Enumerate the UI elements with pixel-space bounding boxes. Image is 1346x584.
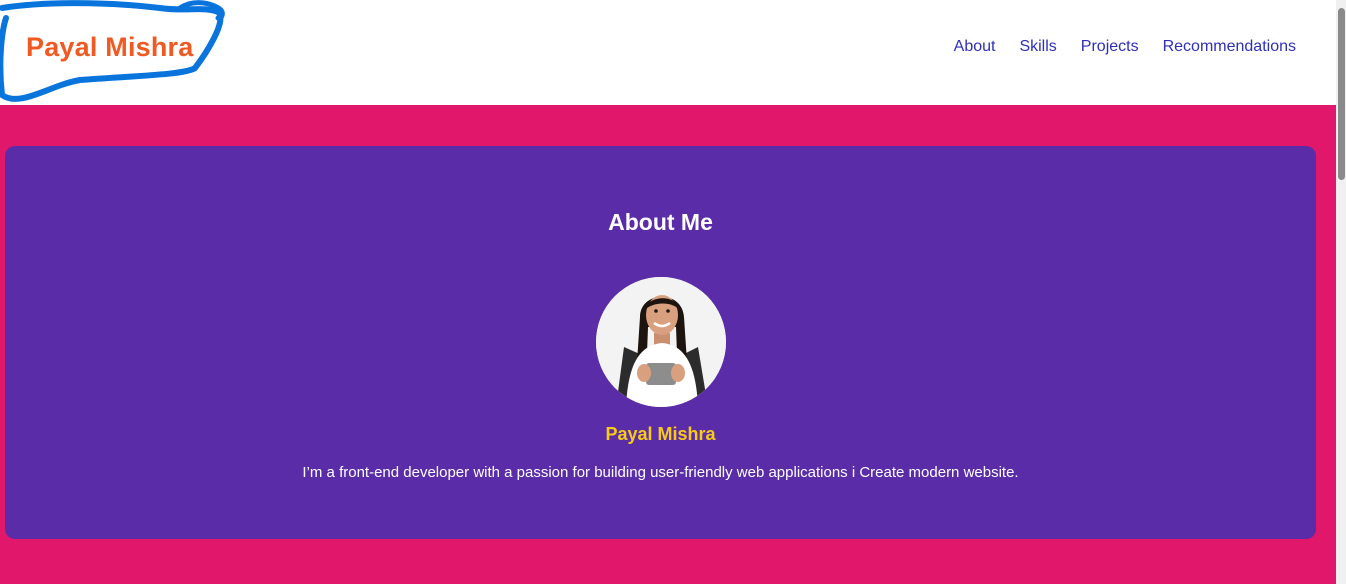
nav-projects[interactable]: Projects [1081,38,1139,56]
profile-photo [596,277,726,407]
logo[interactable]: Payal Mishra [0,0,240,105]
nav-skills[interactable]: Skills [1019,38,1056,56]
about-title: About Me [608,209,713,235]
vertical-scrollbar[interactable] [1336,0,1346,584]
nav-recommendations[interactable]: Recommendations [1163,38,1296,56]
logo-text[interactable]: Payal Mishra [26,32,194,63]
scrollbar-thumb[interactable] [1338,8,1345,180]
avatar [596,277,726,407]
profile-name: Payal Mishra [605,424,716,444]
nav-about[interactable]: About [954,38,996,56]
about-card: About Me Payal Mishra I’m a front-end de… [5,146,1316,539]
main-nav: About Skills Projects Recommendations [954,38,1296,56]
site-header: Payal Mishra About Skills Projects Recom… [0,0,1336,105]
bio-text: I’m a front-end developer with a passion… [302,464,1019,481]
main-section: About Me Payal Mishra I’m a front-end de… [0,105,1336,584]
portfolio-page: Payal Mishra About Skills Projects Recom… [0,0,1346,584]
